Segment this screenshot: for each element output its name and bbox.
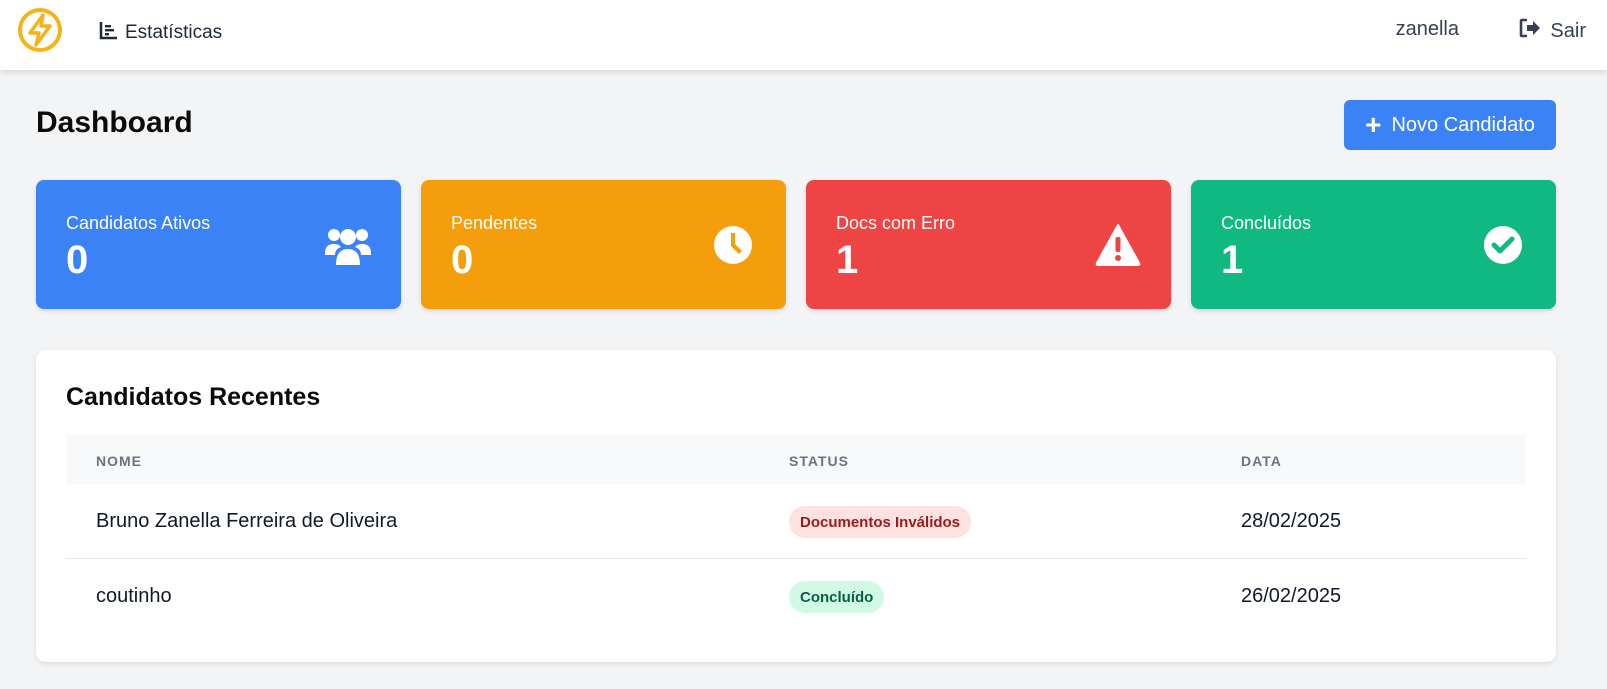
logout-label: Sair (1550, 19, 1586, 42)
logout-icon (1519, 18, 1541, 44)
candidate-date: 26/02/2025 (1241, 585, 1342, 607)
stat-label: Docs com Erro (836, 213, 956, 233)
check-circle-icon (1478, 222, 1528, 268)
new-candidate-button[interactable]: + Novo Candidato (1344, 100, 1556, 150)
status-badge: Documentos Inválidos (789, 506, 972, 538)
warning-icon (1093, 222, 1143, 268)
top-navbar: Estatísticas zanella Sair (0, 0, 1607, 70)
stat-label: Concluídos (1221, 213, 1312, 233)
new-candidate-label: Novo Candidato (1391, 113, 1535, 136)
stat-card-pending: Pendentes 0 (421, 180, 786, 309)
table-row[interactable]: coutinho Concluído 26/02/2025 (66, 559, 1526, 633)
user-name: zanella (1395, 18, 1459, 40)
stat-value: 1 (1221, 238, 1244, 282)
status-badge: Concluído (789, 581, 885, 613)
users-icon (323, 222, 373, 268)
column-header-status: STATUS (789, 453, 849, 469)
plus-icon: + (1365, 109, 1382, 140)
candidate-date: 28/02/2025 (1241, 510, 1342, 532)
logout-button[interactable]: Sair (1519, 18, 1586, 44)
candidate-name: Bruno Zanella Ferreira de Oliveira (96, 510, 398, 532)
stat-label: Pendentes (451, 213, 538, 233)
column-header-name: NOME (96, 453, 142, 469)
table-row[interactable]: Bruno Zanella Ferreira de Oliveira Docum… (66, 484, 1526, 559)
recent-candidates-panel: Candidatos Recentes NOME STATUS DATA Bru… (36, 350, 1556, 662)
table-header: NOME STATUS DATA (66, 434, 1526, 484)
stat-card-active-candidates: Candidatos Ativos 0 (36, 180, 401, 309)
panel-title: Candidatos Recentes (66, 383, 321, 411)
page-title: Dashboard (36, 106, 193, 139)
stat-card-docs-error: Docs com Erro 1 (806, 180, 1171, 309)
stat-value: 1 (836, 238, 859, 282)
lightning-bolt-icon[interactable] (16, 6, 64, 54)
clock-icon (708, 222, 758, 268)
stat-label: Candidatos Ativos (66, 213, 211, 233)
stat-value: 0 (66, 238, 89, 282)
stat-card-completed: Concluídos 1 (1191, 180, 1556, 309)
candidate-name: coutinho (96, 585, 172, 607)
stat-value: 0 (451, 238, 474, 282)
nav-statistics-link[interactable]: Estatísticas (99, 20, 222, 46)
chart-icon (99, 20, 119, 46)
nav-statistics-label: Estatísticas (125, 22, 223, 43)
column-header-date: DATA (1241, 453, 1282, 469)
